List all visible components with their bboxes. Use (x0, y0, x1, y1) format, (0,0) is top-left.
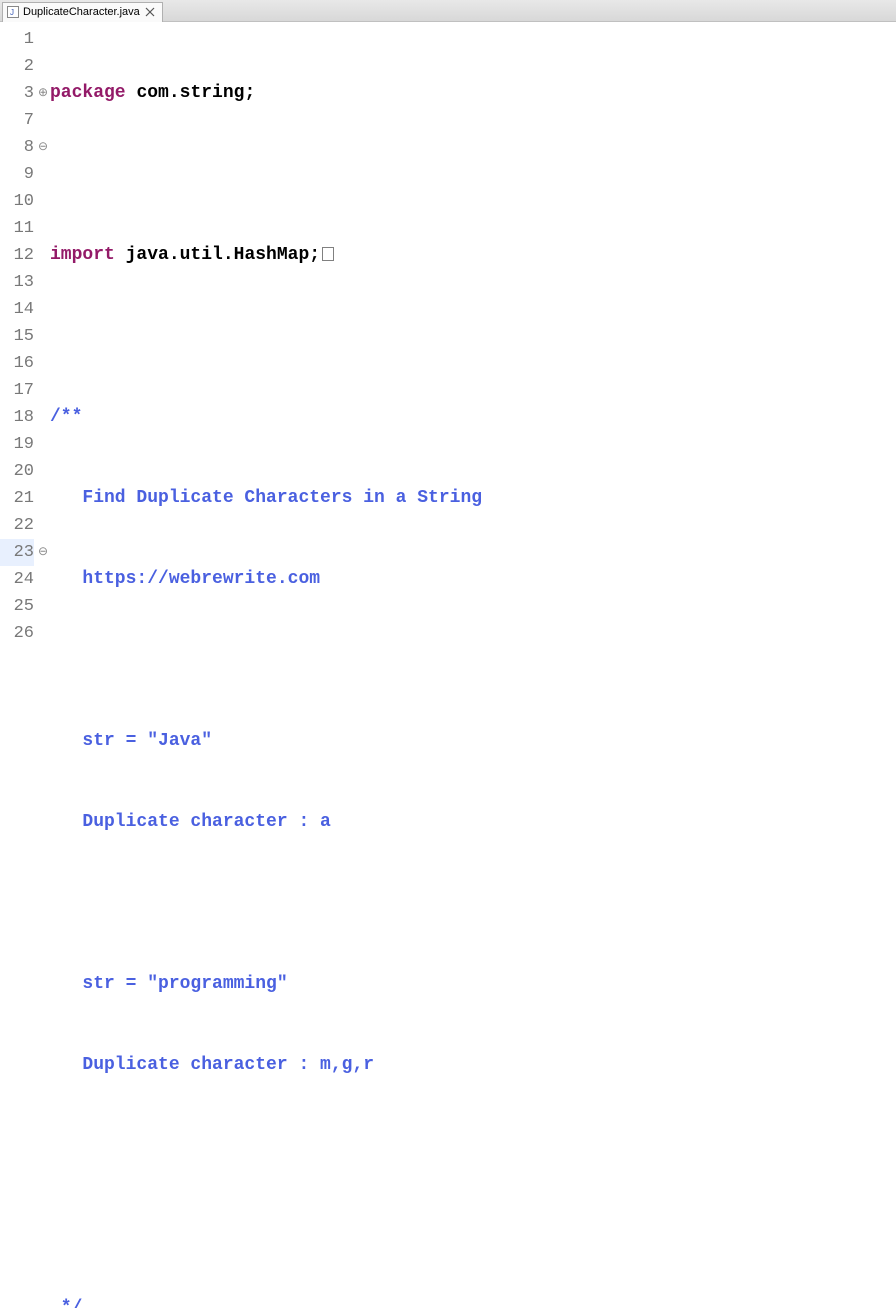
code-line[interactable]: str = "programming" (50, 971, 896, 998)
line-number: 7 (0, 107, 34, 134)
line-number: 10 (0, 188, 34, 215)
tab-filename: DuplicateCharacter.java (23, 6, 140, 18)
code-line[interactable]: https://webrewrite.com (50, 566, 896, 593)
fold-collapse-icon[interactable]: ⊖ (36, 134, 50, 161)
line-number: 23 (0, 539, 34, 566)
code-line[interactable]: Duplicate character : m,g,r (50, 1052, 896, 1079)
code-line[interactable] (50, 890, 896, 917)
line-number-gutter: 1 2 3 7 8 9 10 11 12 13 14 15 16 17 18 1… (0, 22, 36, 654)
code-line[interactable] (50, 323, 896, 350)
close-icon[interactable] (144, 6, 156, 18)
line-number: 13 (0, 269, 34, 296)
editor-tab[interactable]: J DuplicateCharacter.java (2, 2, 163, 22)
editor-tab-bar: J DuplicateCharacter.java (0, 0, 896, 22)
line-number: 20 (0, 458, 34, 485)
line-number: 25 (0, 593, 34, 620)
line-number: 1 (0, 26, 34, 53)
code-area[interactable]: package com.string; import java.util.Has… (50, 22, 896, 654)
code-line[interactable]: package com.string; (50, 80, 896, 107)
code-line[interactable] (50, 1133, 896, 1160)
code-editor[interactable]: 1 2 3 7 8 9 10 11 12 13 14 15 16 17 18 1… (0, 22, 896, 654)
code-line[interactable]: /** (50, 404, 896, 431)
code-line[interactable] (50, 1214, 896, 1241)
line-number: 8 (0, 134, 34, 161)
fold-expand-icon[interactable]: ⊕ (36, 80, 50, 107)
line-number: 18 (0, 404, 34, 431)
line-number: 11 (0, 215, 34, 242)
line-number: 19 (0, 431, 34, 458)
line-number: 3 (0, 80, 34, 107)
code-line[interactable]: import java.util.HashMap; (50, 242, 896, 269)
code-line[interactable]: str = "Java" (50, 728, 896, 755)
code-line[interactable] (50, 647, 896, 674)
line-number: 17 (0, 377, 34, 404)
line-number: 21 (0, 485, 34, 512)
line-number: 22 (0, 512, 34, 539)
code-line[interactable] (50, 161, 896, 188)
fold-collapse-icon[interactable]: ⊖ (36, 539, 50, 566)
line-number: 16 (0, 350, 34, 377)
line-number: 26 (0, 620, 34, 647)
code-line[interactable]: */ (50, 1295, 896, 1308)
code-line[interactable]: Duplicate character : a (50, 809, 896, 836)
line-number: 15 (0, 323, 34, 350)
svg-text:J: J (10, 8, 14, 17)
fold-gutter: ⊕ ⊖ ⊖ (36, 22, 50, 654)
line-number: 24 (0, 566, 34, 593)
line-number: 12 (0, 242, 34, 269)
line-number: 2 (0, 53, 34, 80)
line-number: 9 (0, 161, 34, 188)
code-line[interactable]: Find Duplicate Characters in a String (50, 485, 896, 512)
line-number: 14 (0, 296, 34, 323)
java-file-icon: J (7, 6, 19, 18)
collapsed-region-icon[interactable] (322, 247, 334, 261)
